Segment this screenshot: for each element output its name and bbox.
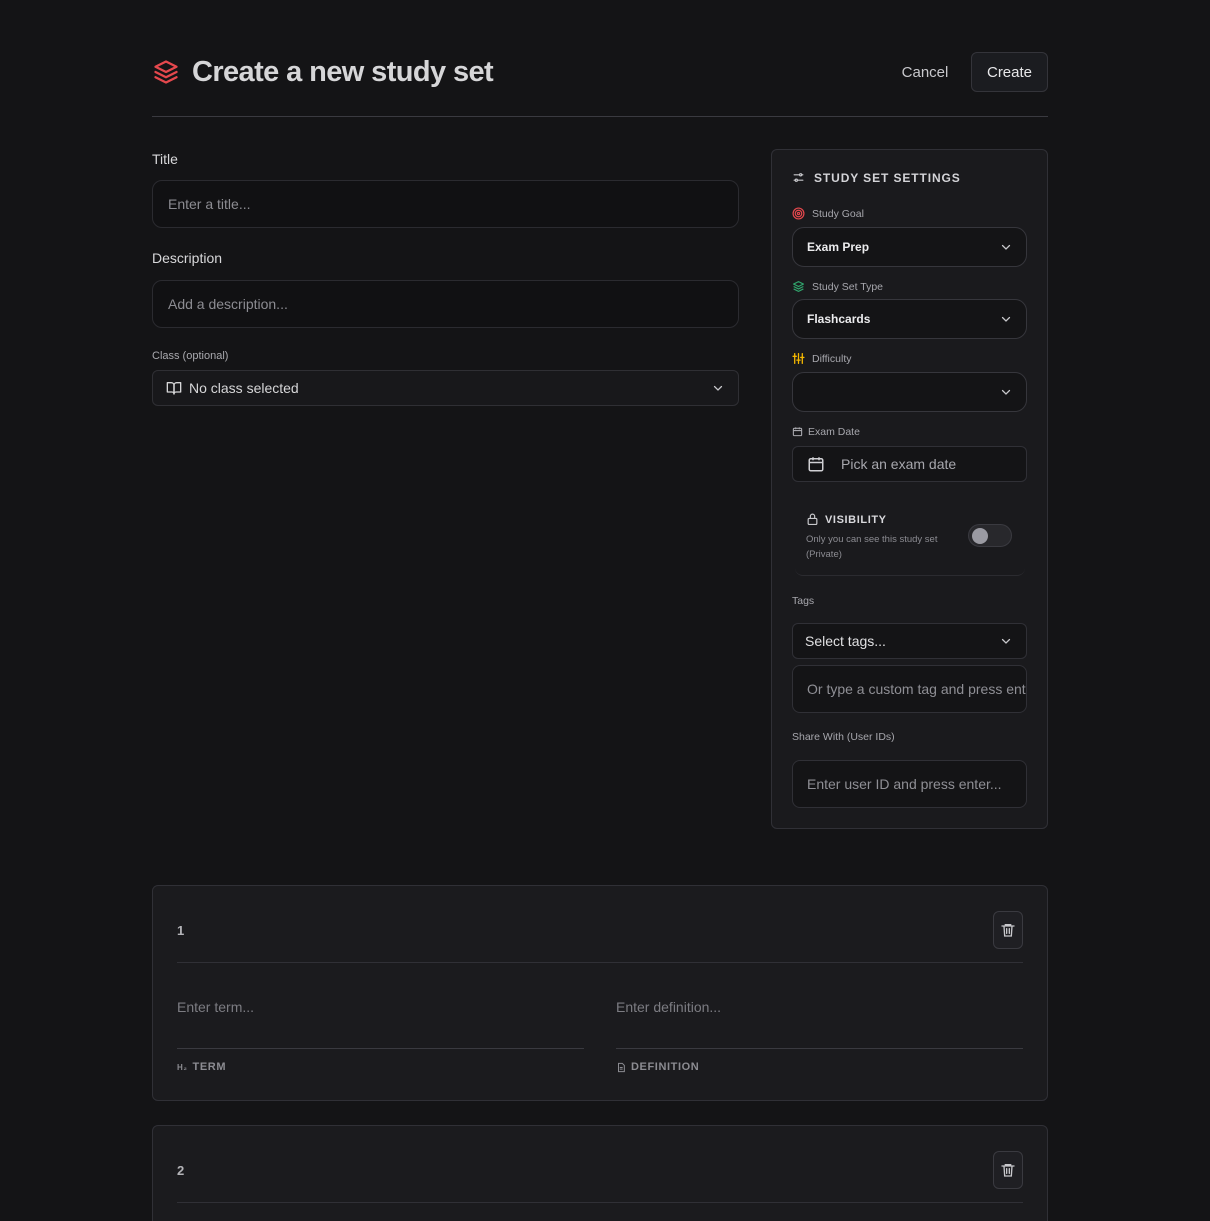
class-select-value: No class selected: [189, 380, 299, 396]
definition-tag: DEFINITION: [616, 1061, 699, 1073]
chevron-down-icon: [1001, 316, 1011, 322]
chevron-down-icon: [1001, 244, 1011, 250]
study-set-type-label: Study Set Type: [812, 281, 884, 293]
exam-date-label: Exam Date: [808, 426, 860, 438]
term-tag-label: TERM: [192, 1061, 227, 1073]
definition-tag-label: DEFINITION: [631, 1061, 700, 1073]
lock-icon: [807, 513, 818, 526]
definition-input[interactable]: Enter definition...: [616, 999, 1023, 1015]
difficulty-sliders-icon: [792, 352, 805, 365]
layers-logo-icon: [154, 60, 178, 84]
page-title: Create a new study set: [192, 56, 494, 88]
card-number: 1: [177, 923, 185, 938]
definition-underline: [616, 1048, 1023, 1049]
trash-icon: [1001, 1164, 1015, 1177]
tags-select[interactable]: Select tags...: [792, 623, 1027, 659]
class-select[interactable]: No class selected: [152, 370, 739, 406]
chevron-down-icon: [713, 385, 723, 391]
study-set-type-select[interactable]: Flashcards: [792, 299, 1027, 339]
description-label: Description: [152, 250, 223, 266]
card-number: 2: [177, 1163, 185, 1178]
chevron-down-icon: [1001, 638, 1011, 644]
cancel-button[interactable]: Cancel: [886, 52, 964, 92]
layers-icon: [793, 281, 804, 292]
document-icon: [618, 1062, 625, 1072]
class-label: Class (optional): [152, 350, 229, 362]
settings-heading: STUDY SET SETTINGS: [814, 171, 961, 185]
custom-tag-input[interactable]: Or type a custom tag and press enter: [792, 665, 1027, 713]
create-button[interactable]: Create: [971, 52, 1048, 92]
chevron-down-icon: [1001, 389, 1011, 395]
study-goal-select[interactable]: Exam Prep: [792, 227, 1027, 267]
visibility-label: VISIBILITY: [825, 514, 887, 526]
calendar-icon: [808, 457, 824, 472]
study-goal-value: Exam Prep: [807, 240, 870, 254]
study-goal-label: Study Goal: [812, 208, 864, 220]
difficulty-label: Difficulty: [812, 353, 852, 365]
description-placeholder: Add a description...: [168, 296, 288, 312]
study-set-type-value: Flashcards: [807, 312, 871, 326]
term-tag: H₂ TERM: [177, 1061, 226, 1073]
tags-label: Tags: [792, 595, 815, 607]
visibility-description: Only you can see this study set (Private…: [806, 534, 938, 560]
card-divider: [177, 962, 1023, 963]
calendar-small-icon: [792, 427, 803, 437]
sliders-icon: [793, 173, 804, 182]
term-card: [152, 1125, 1048, 1221]
delete-card-button[interactable]: [993, 1151, 1023, 1189]
card-divider: [177, 1202, 1023, 1203]
term-input[interactable]: Enter term...: [177, 999, 584, 1015]
toggle-knob: [972, 528, 988, 544]
description-input[interactable]: Add a description...: [152, 280, 739, 328]
difficulty-select[interactable]: [792, 372, 1027, 412]
title-label: Title: [152, 151, 178, 167]
custom-tag-placeholder: Or type a custom tag and press enter: [807, 681, 1027, 697]
term-underline: [177, 1048, 584, 1049]
title-input[interactable]: Enter a title...: [152, 180, 739, 228]
heading-icon: H₂: [177, 1062, 188, 1072]
exam-date-picker[interactable]: Pick an exam date: [792, 446, 1027, 482]
share-label: Share With (User IDs): [792, 731, 895, 743]
book-open-icon: [166, 382, 182, 395]
share-placeholder: Enter user ID and press enter...: [807, 776, 1002, 792]
visibility-toggle[interactable]: [968, 524, 1012, 547]
share-user-id-input[interactable]: Enter user ID and press enter...: [792, 760, 1027, 808]
tags-select-placeholder: Select tags...: [805, 633, 886, 649]
exam-date-placeholder: Pick an exam date: [841, 456, 957, 472]
title-placeholder: Enter a title...: [168, 196, 251, 212]
term-card: [152, 885, 1048, 1101]
trash-icon: [1001, 924, 1015, 937]
delete-card-button[interactable]: [993, 911, 1023, 949]
header-divider: [152, 116, 1048, 117]
target-icon: [792, 207, 805, 220]
